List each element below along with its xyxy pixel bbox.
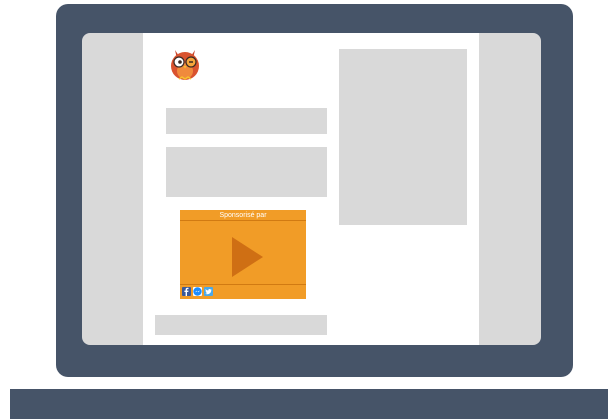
messenger-icon[interactable] — [193, 287, 202, 296]
laptop-screen: Sponsorisé par — [82, 33, 541, 345]
ad-divider-top — [180, 220, 306, 221]
owl-logo-icon[interactable] — [167, 44, 203, 82]
ad-divider-bottom — [180, 284, 306, 285]
facebook-icon[interactable] — [182, 287, 191, 296]
placeholder-bar-title — [166, 108, 327, 134]
laptop-base — [10, 389, 608, 419]
twitter-icon[interactable] — [204, 287, 213, 296]
placeholder-block-text — [166, 147, 327, 197]
play-icon[interactable] — [232, 237, 263, 277]
web-page: Sponsorisé par — [143, 33, 479, 345]
sponsored-label: Sponsorisé par — [219, 212, 267, 219]
sponsored-video-ad[interactable]: Sponsorisé par — [180, 210, 306, 299]
placeholder-bar-footer — [155, 315, 327, 335]
placeholder-sidebar-block — [339, 49, 467, 225]
